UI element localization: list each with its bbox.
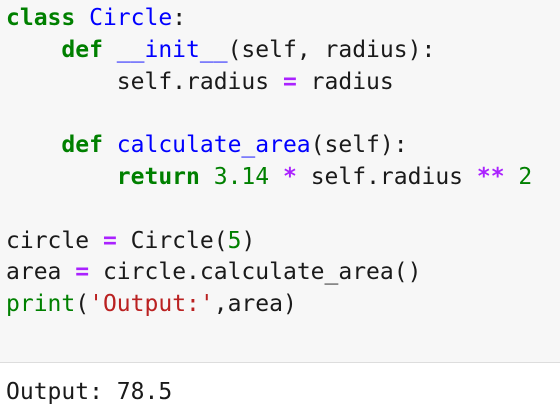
class-name-token: Circle: [89, 5, 173, 31]
code-text: :: [172, 5, 187, 31]
code-line: def __init__(self, radius):: [6, 34, 435, 66]
code-text: ): [241, 227, 256, 254]
operator-token: *: [282, 164, 297, 190]
notebook-page: class Circle: def __init__(self, radius)…: [0, 0, 560, 408]
code-text: self.radius: [296, 164, 477, 190]
builtin-token: print: [6, 291, 76, 318]
keyword-token: def: [61, 36, 103, 63]
function-name-token: calculate_area: [116, 132, 311, 159]
code-text: radius: [296, 68, 394, 95]
code-text: (: [75, 291, 90, 318]
number-token: 2: [518, 164, 533, 190]
code-text: circle: [6, 227, 103, 254]
code-line: return 3.14 * self.radius ** 2: [6, 161, 533, 193]
operator-token: **: [476, 164, 505, 190]
code-text: ,area): [213, 291, 297, 318]
operator-token: =: [75, 259, 90, 286]
code-line: circle = Circle(5): [6, 225, 255, 257]
function-name-token: __init__: [116, 36, 228, 63]
code-text: Circle(: [116, 227, 228, 254]
code-text: (self):: [310, 132, 408, 159]
number-token: 5: [227, 227, 242, 254]
code-line: area = circle.calculate_area(): [6, 256, 421, 288]
code-text: self.radius: [6, 68, 283, 95]
keyword-token: def: [61, 132, 103, 159]
output-text: Output: 78.5: [6, 379, 173, 405]
operator-token: =: [102, 227, 117, 254]
code-cell[interactable]: class Circle: def __init__(self, radius)…: [0, 0, 560, 362]
code-line: class Circle:: [6, 2, 186, 34]
code-text: circle.calculate_area(): [89, 259, 422, 286]
string-token: 'Output:': [89, 291, 214, 318]
keyword-token: class: [6, 5, 76, 31]
keyword-token: return: [116, 164, 200, 190]
code-text: area: [6, 259, 76, 286]
operator-token: =: [282, 68, 297, 95]
code-line: def calculate_area(self):: [6, 129, 408, 161]
number-token: 3.14: [213, 164, 270, 190]
output-area: Output: 78.5: [0, 363, 560, 408]
code-line: print('Output:',area): [6, 288, 297, 320]
code-line: self.radius = radius: [6, 66, 394, 98]
code-text: (self, radius):: [227, 36, 436, 63]
